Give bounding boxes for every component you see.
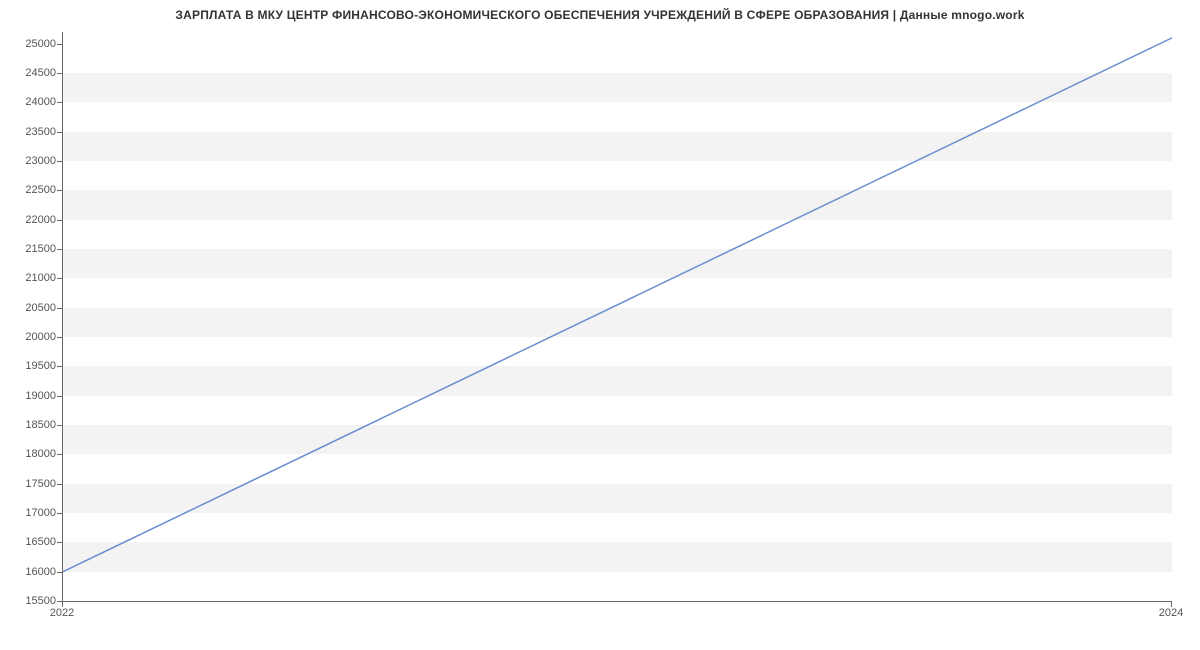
y-tick-label: 16000 [6,566,56,578]
plot-area [62,32,1172,602]
y-tick-mark [57,542,62,543]
y-tick-label: 22500 [6,184,56,196]
y-tick-label: 25000 [6,38,56,50]
x-tick-label: 2022 [50,607,74,619]
y-tick-mark [57,220,62,221]
y-tick-mark [57,572,62,573]
y-tick-mark [57,396,62,397]
y-tick-label: 24000 [6,96,56,108]
y-tick-mark [57,513,62,514]
y-tick-mark [57,249,62,250]
y-tick-mark [57,278,62,279]
y-tick-mark [57,366,62,367]
y-tick-label: 18000 [6,448,56,460]
line-series [63,32,1172,601]
y-tick-mark [57,337,62,338]
y-tick-mark [57,132,62,133]
y-tick-label: 20500 [6,302,56,314]
x-tick-mark [62,602,63,607]
y-tick-label: 18500 [6,419,56,431]
y-tick-label: 15500 [6,595,56,607]
y-tick-mark [57,102,62,103]
x-tick-label: 2024 [1159,607,1183,619]
x-tick-mark [1171,602,1172,607]
y-tick-label: 21000 [6,272,56,284]
y-tick-mark [57,484,62,485]
y-tick-mark [57,308,62,309]
y-tick-mark [57,44,62,45]
y-tick-mark [57,454,62,455]
y-tick-mark [57,73,62,74]
y-tick-mark [57,161,62,162]
chart-title: ЗАРПЛАТА В МКУ ЦЕНТР ФИНАНСОВО-ЭКОНОМИЧЕ… [0,8,1200,22]
y-tick-label: 22000 [6,214,56,226]
y-tick-label: 17000 [6,507,56,519]
y-tick-label: 21500 [6,243,56,255]
y-tick-mark [57,190,62,191]
y-tick-label: 24500 [6,67,56,79]
y-tick-label: 23000 [6,155,56,167]
y-tick-label: 19000 [6,390,56,402]
y-tick-label: 20000 [6,331,56,343]
chart-container: ЗАРПЛАТА В МКУ ЦЕНТР ФИНАНСОВО-ЭКОНОМИЧЕ… [0,0,1200,650]
y-tick-label: 17500 [6,478,56,490]
y-tick-mark [57,425,62,426]
y-tick-label: 23500 [6,126,56,138]
y-tick-label: 16500 [6,536,56,548]
y-tick-label: 19500 [6,360,56,372]
series-line [63,38,1172,572]
